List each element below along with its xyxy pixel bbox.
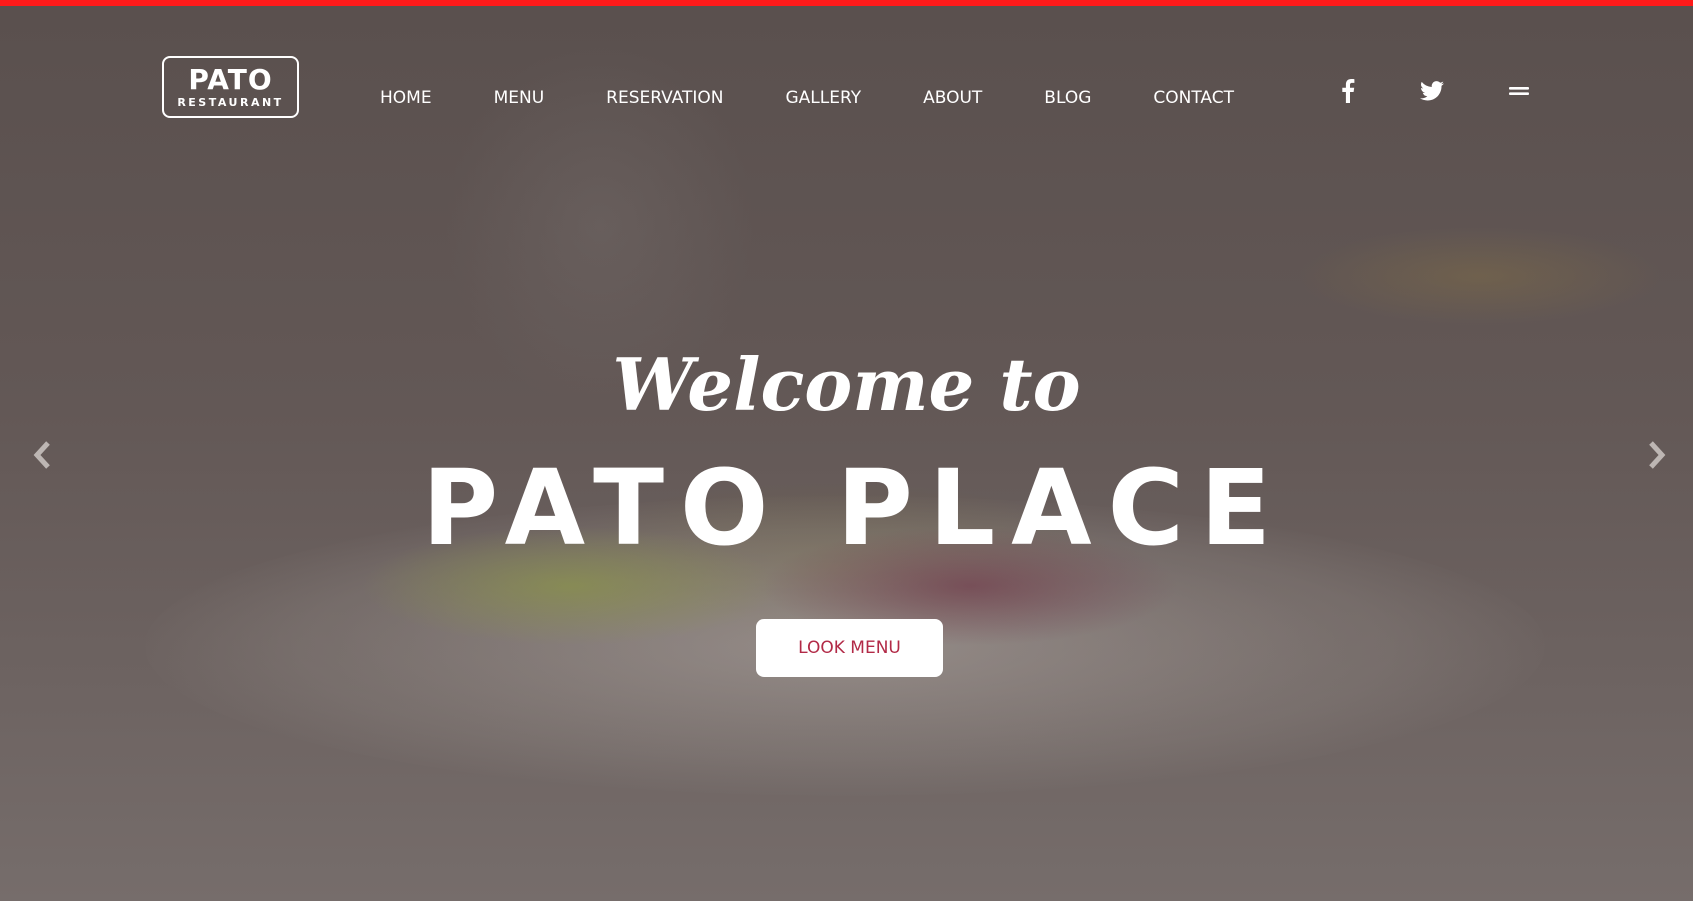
- logo-main-text: PATO: [188, 62, 273, 96]
- hero-title: PATO PLACE: [422, 447, 1287, 569]
- chevron-right-icon: [1649, 441, 1666, 469]
- facebook-icon[interactable]: [1333, 76, 1363, 106]
- chevron-left-icon: [33, 441, 50, 469]
- carousel-prev-button[interactable]: [27, 438, 57, 472]
- nav-item-menu[interactable]: MENU: [494, 88, 545, 108]
- nav-item-about[interactable]: ABOUT: [923, 88, 982, 108]
- nav-item-contact[interactable]: CONTACT: [1153, 88, 1234, 108]
- carousel-next-button[interactable]: [1642, 438, 1672, 472]
- twitter-icon[interactable]: [1417, 76, 1447, 106]
- restaurant-logo[interactable]: PATO RESTAURANT: [162, 56, 299, 118]
- nav-item-reservation[interactable]: RESERVATION: [606, 88, 723, 108]
- hamburger-menu-icon[interactable]: [1504, 76, 1534, 106]
- nav-item-blog[interactable]: BLOG: [1044, 88, 1091, 108]
- logo-sub-text: RESTAURANT: [177, 95, 284, 109]
- hero-welcome-text: Welcome to: [612, 342, 1081, 427]
- nav-item-home[interactable]: HOME: [380, 88, 432, 108]
- look-menu-button[interactable]: LOOK MENU: [756, 619, 943, 677]
- main-nav: HOME MENU RESERVATION GALLERY ABOUT BLOG…: [380, 86, 1234, 110]
- nav-item-gallery[interactable]: GALLERY: [785, 88, 861, 108]
